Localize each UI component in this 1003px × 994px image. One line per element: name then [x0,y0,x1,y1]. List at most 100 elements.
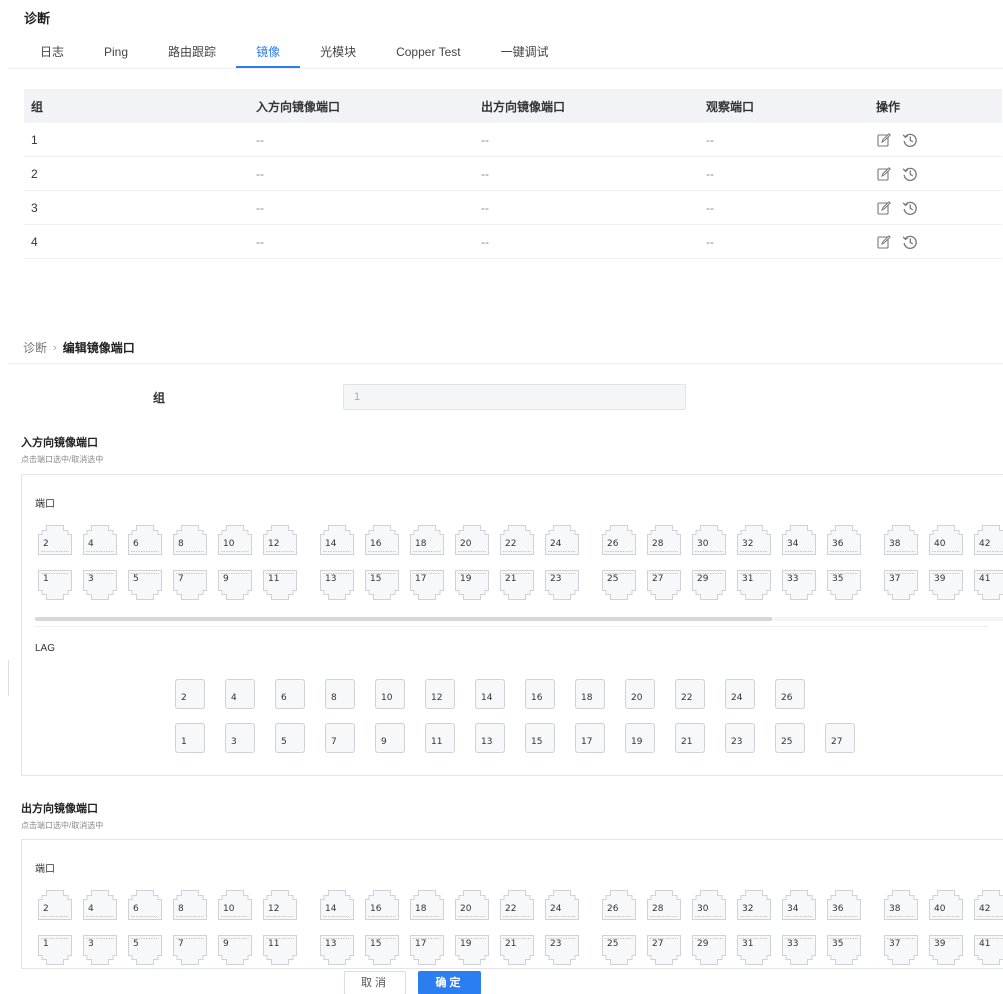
egress-port[interactable]: 1 [38,935,72,965]
ingress-port[interactable]: 1 [38,570,72,600]
ingress-port[interactable]: 12 [263,525,297,555]
ingress-port[interactable]: 31 [737,570,771,600]
egress-port[interactable]: 29 [692,935,726,965]
lag-port[interactable]: 12 [425,679,455,709]
egress-port[interactable]: 33 [782,935,816,965]
egress-port[interactable]: 20 [455,890,489,920]
ingress-port[interactable]: 19 [455,570,489,600]
egress-port[interactable]: 26 [602,890,636,920]
egress-port[interactable]: 36 [827,890,861,920]
tab-copper-test[interactable]: Copper Test [376,36,480,68]
ingress-port[interactable]: 7 [173,570,207,600]
lag-port[interactable]: 18 [575,679,605,709]
egress-port[interactable]: 25 [602,935,636,965]
egress-port[interactable]: 23 [545,935,579,965]
ingress-port[interactable]: 9 [218,570,252,600]
lag-port[interactable]: 20 [625,679,655,709]
lag-port[interactable]: 3 [225,723,255,753]
egress-port[interactable]: 4 [83,890,117,920]
history-icon[interactable] [902,200,918,216]
egress-port[interactable]: 12 [263,890,297,920]
egress-port[interactable]: 18 [410,890,444,920]
ingress-port[interactable]: 34 [782,525,816,555]
edit-icon[interactable] [876,166,892,182]
ingress-port[interactable]: 36 [827,525,861,555]
ingress-port[interactable]: 6 [128,525,162,555]
ingress-scrollbar[interactable] [35,617,1003,621]
lag-port[interactable]: 11 [425,723,455,753]
cancel-button[interactable]: 取消 [344,971,406,994]
egress-port[interactable]: 10 [218,890,252,920]
ingress-port[interactable]: 27 [647,570,681,600]
ingress-port[interactable]: 21 [500,570,534,600]
egress-port[interactable]: 41 [974,935,1003,965]
lag-port[interactable]: 2 [175,679,205,709]
lag-port[interactable]: 22 [675,679,705,709]
ingress-port[interactable]: 14 [320,525,354,555]
egress-port[interactable]: 31 [737,935,771,965]
confirm-button[interactable]: 确定 [418,971,481,994]
edit-icon[interactable] [876,200,892,216]
ingress-port[interactable]: 29 [692,570,726,600]
ingress-port[interactable]: 41 [974,570,1003,600]
ingress-port[interactable]: 3 [83,570,117,600]
egress-port[interactable]: 22 [500,890,534,920]
ingress-port[interactable]: 11 [263,570,297,600]
egress-port[interactable]: 11 [263,935,297,965]
lag-port[interactable]: 7 [325,723,355,753]
egress-port[interactable]: 19 [455,935,489,965]
ingress-port[interactable]: 15 [365,570,399,600]
egress-port[interactable]: 35 [827,935,861,965]
egress-port[interactable]: 37 [884,935,918,965]
ingress-port[interactable]: 28 [647,525,681,555]
egress-port[interactable]: 28 [647,890,681,920]
lag-port[interactable]: 9 [375,723,405,753]
tab-mirror[interactable]: 镜像 [236,36,301,68]
ingress-port[interactable]: 24 [545,525,579,555]
ingress-port[interactable]: 32 [737,525,771,555]
lag-port[interactable]: 6 [275,679,305,709]
egress-port[interactable]: 34 [782,890,816,920]
lag-port[interactable]: 25 [775,723,805,753]
lag-port[interactable]: 1 [175,723,205,753]
egress-port[interactable]: 27 [647,935,681,965]
egress-port[interactable]: 32 [737,890,771,920]
ingress-port[interactable]: 33 [782,570,816,600]
ingress-port[interactable]: 30 [692,525,726,555]
lag-port[interactable]: 27 [825,723,855,753]
ingress-port[interactable]: 35 [827,570,861,600]
egress-port[interactable]: 17 [410,935,444,965]
tab-one-click-debug[interactable]: 一键调试 [481,36,569,68]
egress-port[interactable]: 21 [500,935,534,965]
ingress-port[interactable]: 13 [320,570,354,600]
lag-port[interactable]: 8 [325,679,355,709]
egress-port[interactable]: 14 [320,890,354,920]
tab-traceroute[interactable]: 路由跟踪 [148,36,236,68]
ingress-scrollbar-thumb[interactable] [35,617,772,621]
egress-port[interactable]: 16 [365,890,399,920]
tab-optical-module[interactable]: 光模块 [300,36,376,68]
ingress-port[interactable]: 16 [365,525,399,555]
history-icon[interactable] [902,234,918,250]
lag-port[interactable]: 10 [375,679,405,709]
egress-port[interactable]: 15 [365,935,399,965]
lag-port[interactable]: 19 [625,723,655,753]
history-icon[interactable] [902,166,918,182]
egress-port[interactable]: 40 [929,890,963,920]
lag-port[interactable]: 21 [675,723,705,753]
egress-port[interactable]: 30 [692,890,726,920]
egress-port[interactable]: 8 [173,890,207,920]
ingress-port[interactable]: 17 [410,570,444,600]
lag-port[interactable]: 15 [525,723,555,753]
egress-port[interactable]: 39 [929,935,963,965]
egress-port[interactable]: 5 [128,935,162,965]
egress-port[interactable]: 3 [83,935,117,965]
lag-port[interactable]: 16 [525,679,555,709]
ingress-port[interactable]: 39 [929,570,963,600]
ingress-port[interactable]: 42 [974,525,1003,555]
egress-port[interactable]: 38 [884,890,918,920]
lag-port[interactable]: 24 [725,679,755,709]
tab-ping[interactable]: Ping [84,36,148,68]
egress-port[interactable]: 2 [38,890,72,920]
ingress-port[interactable]: 5 [128,570,162,600]
